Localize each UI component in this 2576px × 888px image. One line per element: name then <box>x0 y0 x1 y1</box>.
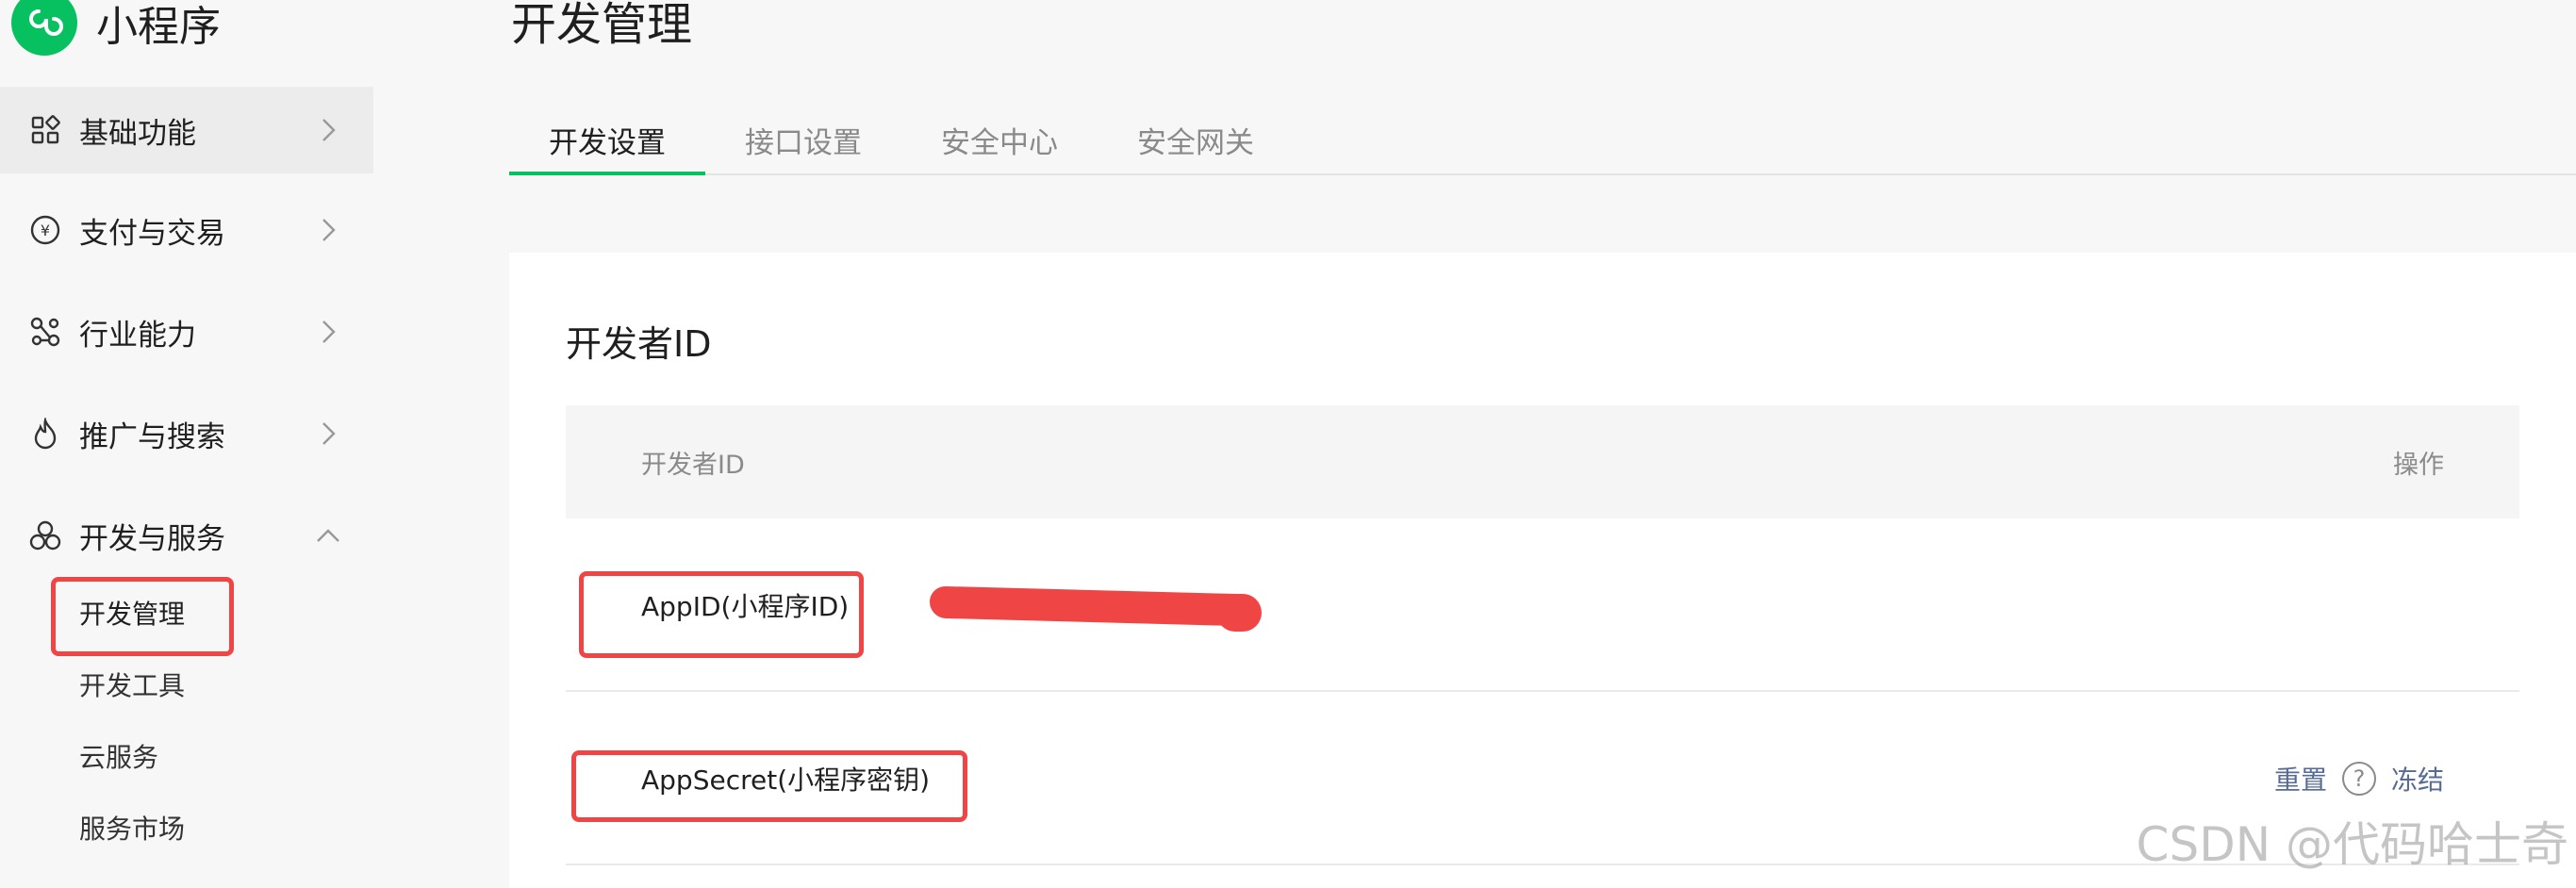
hexagons-icon <box>28 518 62 552</box>
sidebar-subitem-service-market[interactable]: 服务市场 <box>79 799 185 856</box>
sidebar-item-payment[interactable]: ¥ 支付与交易 <box>0 187 373 273</box>
sidebar: 小程序 基础功能 ¥ 支付与交易 行业能力 推广与搜索 开发与服务 开发管理 开… <box>0 0 373 888</box>
sidebar-subitem-dev-management[interactable]: 开发管理 <box>79 584 185 641</box>
question-circle-icon[interactable]: ? <box>2341 762 2376 796</box>
nodes-icon <box>28 315 62 349</box>
tab-bar: 开发设置 接口设置 安全中心 安全网关 <box>509 104 2576 175</box>
table-row-appid: AppID(小程序ID) <box>566 518 2519 692</box>
chevron-right-icon <box>315 319 341 345</box>
reset-link[interactable]: 重置 <box>2274 760 2327 798</box>
sidebar-subitem-dev-tools[interactable]: 开发工具 <box>79 656 185 713</box>
yen-circle-icon: ¥ <box>28 213 62 247</box>
sidebar-item-label: 推广与搜索 <box>79 419 225 454</box>
freeze-link[interactable]: 冻结 <box>2391 760 2444 798</box>
sidebar-item-label: 行业能力 <box>79 318 196 353</box>
chevron-up-icon <box>315 522 341 549</box>
miniprogram-logo-icon <box>11 0 77 56</box>
sidebar-item-promotion[interactable]: 推广与搜索 <box>0 390 373 477</box>
tab-dev-settings[interactable]: 开发设置 <box>509 104 705 175</box>
tab-api-settings[interactable]: 接口设置 <box>705 104 901 175</box>
column-header-developer-id: 开发者ID <box>641 450 745 480</box>
sidebar-item-industry[interactable]: 行业能力 <box>0 288 373 375</box>
chevron-right-icon <box>315 117 341 143</box>
flame-icon <box>28 417 62 451</box>
sidebar-item-dev-services[interactable]: 开发与服务 <box>0 492 373 579</box>
brand[interactable]: 小程序 <box>11 0 221 57</box>
sidebar-item-label: 支付与交易 <box>79 216 225 251</box>
sidebar-item-basic-functions[interactable]: 基础功能 <box>0 87 373 173</box>
svg-text:¥: ¥ <box>41 222 50 239</box>
sidebar-item-label: 开发与服务 <box>79 521 225 556</box>
sidebar-subitem-cloud-service[interactable]: 云服务 <box>79 728 158 784</box>
card-title: 开发者ID <box>566 323 712 365</box>
tab-security-center[interactable]: 安全中心 <box>901 104 1098 175</box>
row-label-appsecret: AppSecret(小程序密钥) <box>641 765 931 796</box>
chevron-right-icon <box>315 217 341 243</box>
developer-id-card: 开发者ID 开发者ID 操作 AppID(小程序ID) AppSecret(小程… <box>509 253 2576 888</box>
app-title: 小程序 <box>96 3 221 51</box>
chevron-right-icon <box>315 420 341 447</box>
redaction-mark <box>930 585 1252 627</box>
column-header-actions: 操作 <box>2393 450 2444 480</box>
row-label-appid: AppID(小程序ID) <box>641 591 850 622</box>
page-title: 开发管理 <box>511 0 693 51</box>
sidebar-item-label: 基础功能 <box>79 116 196 151</box>
watermark: CSDN @代码哈士奇 <box>2136 817 2568 872</box>
tab-security-gateway[interactable]: 安全网关 <box>1098 104 1294 175</box>
redaction-mark-end <box>1216 594 1262 632</box>
grid-icon <box>28 113 62 147</box>
table-header: 开发者ID 操作 <box>566 405 2519 518</box>
active-tab-indicator <box>509 172 705 175</box>
